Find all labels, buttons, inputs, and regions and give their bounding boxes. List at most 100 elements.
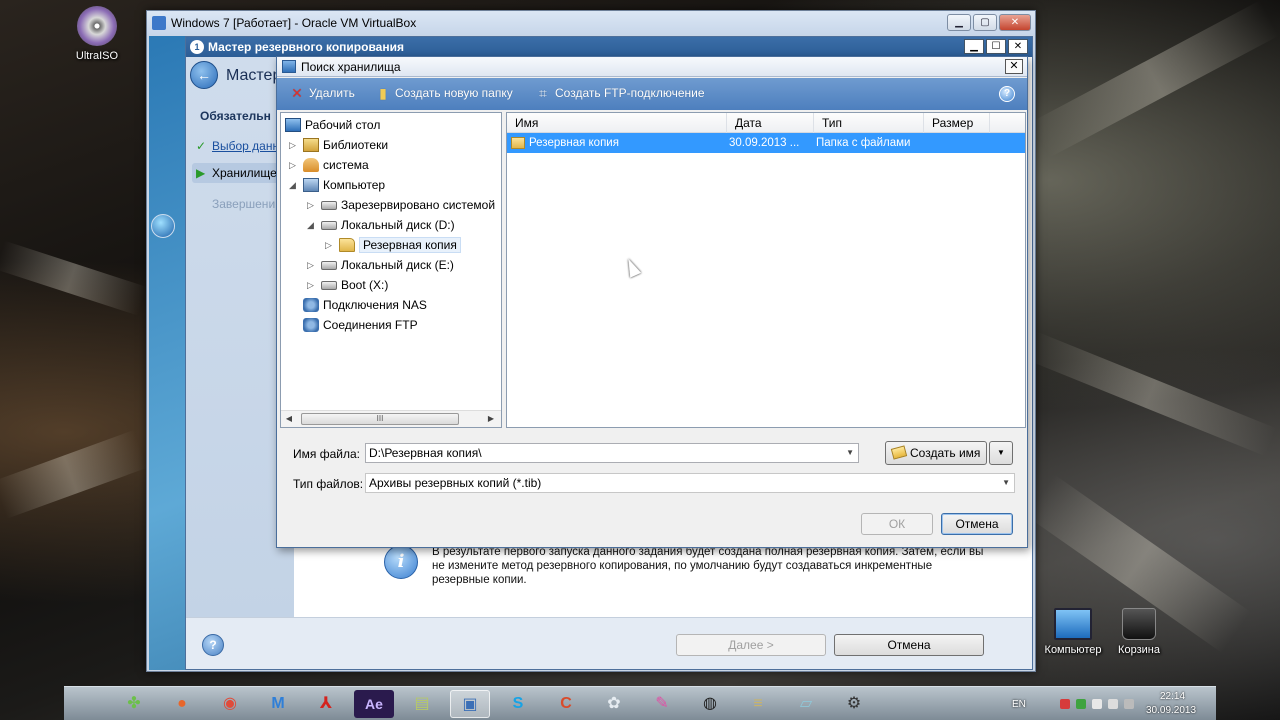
expand-icon[interactable]: ▷: [307, 255, 317, 275]
antivirus-icon[interactable]: [1076, 699, 1086, 709]
taskbar-app-pen[interactable]: ✎: [642, 690, 682, 718]
step-finish[interactable]: Завершени: [192, 197, 275, 211]
maximize-button[interactable]: ▢: [973, 14, 997, 31]
expand-icon[interactable]: ▷: [307, 275, 317, 295]
taskbar-app-tool[interactable]: ✿: [594, 690, 634, 718]
create-name-dropdown[interactable]: ▼: [989, 441, 1013, 465]
tree-item-nas[interactable]: Подключения NAS: [303, 295, 427, 315]
expand-icon[interactable]: ▷: [289, 135, 299, 155]
chevron-down-icon[interactable]: ▼: [1002, 474, 1010, 492]
folder-tree[interactable]: Рабочий стол ▷ Библиотеки ▷ система ◢ Ко…: [280, 112, 502, 428]
column-type[interactable]: Тип: [814, 113, 924, 133]
wizard-cancel-button[interactable]: Отмена: [834, 634, 984, 656]
create-name-button[interactable]: Создать имя: [885, 441, 987, 465]
tree-item-drive-e[interactable]: ▷ Локальный диск (E:): [307, 255, 454, 275]
ok-button[interactable]: ОК: [861, 513, 933, 535]
help-icon[interactable]: ?: [999, 86, 1015, 102]
next-button[interactable]: Далее >: [676, 634, 826, 656]
create-ftp-button[interactable]: ⌗ Создать FTP-подключение: [535, 86, 705, 100]
back-arrow-icon[interactable]: ←: [190, 61, 218, 89]
taskbar-app-chrome[interactable]: ◉: [210, 690, 250, 718]
tree-item-backup-folder[interactable]: ▷ Резервная копия: [325, 235, 461, 255]
wizard-minimize-button[interactable]: ▁: [964, 39, 984, 54]
chevron-down-icon[interactable]: ▼: [846, 444, 854, 462]
wizard-title-bar[interactable]: 1 Мастер резервного копирования ▁ ☐ ✕: [186, 37, 1032, 57]
tree-item-label: Подключения NAS: [323, 298, 427, 312]
dialog-title: Поиск хранилища: [301, 60, 401, 74]
taskbar-app-after-effects[interactable]: Ae: [354, 690, 394, 718]
desktop-icon-ultraiso[interactable]: UltraISO: [52, 6, 142, 62]
collapse-icon[interactable]: ◢: [307, 215, 317, 235]
wizard-maximize-button[interactable]: ☐: [986, 39, 1006, 54]
scroll-left-icon[interactable]: ◀: [283, 413, 295, 425]
taskbar-app-usb[interactable]: ⚙: [834, 690, 874, 718]
network-tray-icon[interactable]: [1092, 699, 1102, 709]
desktop-icon-recycle-bin[interactable]: Корзина: [1094, 608, 1184, 656]
filename-input[interactable]: D:\Резервная копия\ ▼: [365, 443, 859, 463]
wizard-close-button[interactable]: ✕: [1008, 39, 1028, 54]
tree-item-computer[interactable]: ◢ Компьютер: [289, 175, 385, 195]
desktop-icon-label: UltraISO: [75, 50, 119, 62]
taskbar-app-acrobat[interactable]: ⅄: [306, 690, 346, 718]
taskbar-app-notepad[interactable]: ▤: [402, 690, 442, 718]
tree-item-label: Рабочий стол: [305, 118, 381, 132]
tree-item-system[interactable]: ▷ система: [289, 155, 369, 175]
help-icon[interactable]: ?: [202, 634, 224, 656]
column-size[interactable]: Размер: [924, 113, 990, 133]
virtualbox-title-bar[interactable]: Windows 7 [Работает] - Oracle VM Virtual…: [147, 11, 1035, 35]
taskbar-app-stack[interactable]: ≡: [738, 690, 778, 718]
language-indicator[interactable]: EN: [1012, 699, 1026, 710]
step-storage[interactable]: ▶ Хранилище: [192, 163, 288, 183]
tree-item-ftp[interactable]: Соединения FTP: [303, 315, 418, 335]
mail-icon[interactable]: [1060, 699, 1070, 709]
taskbar-app-maxthon[interactable]: M: [258, 690, 298, 718]
host-taskbar: ✤ ● ◉ M ⅄ Ae ▤ ▣ S C ✿ ✎ ◍ ≡ ▱ ⚙ EN 22:1…: [64, 686, 1216, 720]
clover-icon: ✤: [127, 695, 141, 712]
tree-item-label: Локальный диск (D:): [341, 218, 455, 232]
new-folder-button[interactable]: ▮ Создать новую папку: [375, 86, 513, 100]
taskbar-app-ccleaner[interactable]: C: [546, 690, 586, 718]
expand-icon[interactable]: ▷: [325, 235, 335, 255]
minimize-button[interactable]: ▁: [947, 14, 971, 31]
tree-horizontal-scrollbar[interactable]: ◀ III ▶: [281, 410, 501, 427]
volume-icon[interactable]: [1108, 699, 1118, 709]
drive-icon: [321, 221, 337, 230]
column-date[interactable]: Дата: [727, 113, 814, 133]
column-name[interactable]: Имя: [507, 113, 727, 133]
delete-x-icon: ✕: [291, 85, 303, 101]
scroll-right-icon[interactable]: ▶: [485, 413, 497, 425]
acrobat-icon: ⅄: [319, 695, 333, 712]
taskbar-app-virtualbox[interactable]: ▣: [450, 690, 490, 718]
scroll-thumb[interactable]: III: [301, 413, 459, 425]
clock-time[interactable]: 22:14: [1160, 691, 1185, 702]
list-row-backup[interactable]: Резервная копия 30.09.2013 ... Папка с ф…: [507, 133, 1025, 153]
image-icon: ▱: [799, 695, 813, 712]
tree-item-drive-d[interactable]: ◢ Локальный диск (D:): [307, 215, 455, 235]
notepad-icon: ▤: [414, 695, 430, 712]
dialog-title-bar[interactable]: Поиск хранилища ✕: [277, 57, 1027, 77]
collapse-icon[interactable]: ◢: [289, 175, 299, 195]
tree-item-system-reserved[interactable]: ▷ Зарезервировано системой: [307, 195, 495, 215]
clock-date[interactable]: 30.09.2013: [1146, 705, 1196, 716]
dialog-cancel-button[interactable]: Отмена: [941, 513, 1013, 535]
wizard-button-bar: ? Далее > Отмена: [186, 617, 1032, 669]
taskbar-app-clover[interactable]: ✤: [114, 690, 154, 718]
signal-icon[interactable]: [1124, 699, 1134, 709]
close-button[interactable]: ✕: [999, 14, 1031, 31]
dialog-icon: [282, 60, 296, 73]
taskbar-app-image[interactable]: ▱: [786, 690, 826, 718]
expand-icon[interactable]: ▷: [307, 195, 317, 215]
expand-icon[interactable]: ▷: [289, 155, 299, 175]
dialog-close-button[interactable]: ✕: [1005, 59, 1023, 74]
file-list[interactable]: Имя Дата Тип Размер Резервная копия 30.0…: [506, 112, 1026, 428]
network-icon: ⌗: [539, 85, 547, 101]
filetype-select[interactable]: Архивы резервных копий (*.tib) ▼: [365, 473, 1015, 493]
tree-item-libraries[interactable]: ▷ Библиотеки: [289, 135, 388, 155]
delete-button[interactable]: ✕ Удалить: [289, 86, 355, 100]
tree-item-boot-x[interactable]: ▷ Boot (X:): [307, 275, 388, 295]
taskbar-app-firefox[interactable]: ●: [162, 690, 202, 718]
tree-item-desktop[interactable]: Рабочий стол: [285, 115, 380, 135]
step-select-data[interactable]: ✓ Выбор данн: [192, 139, 279, 153]
taskbar-app-skype[interactable]: S: [498, 690, 538, 718]
taskbar-app-media[interactable]: ◍: [690, 690, 730, 718]
